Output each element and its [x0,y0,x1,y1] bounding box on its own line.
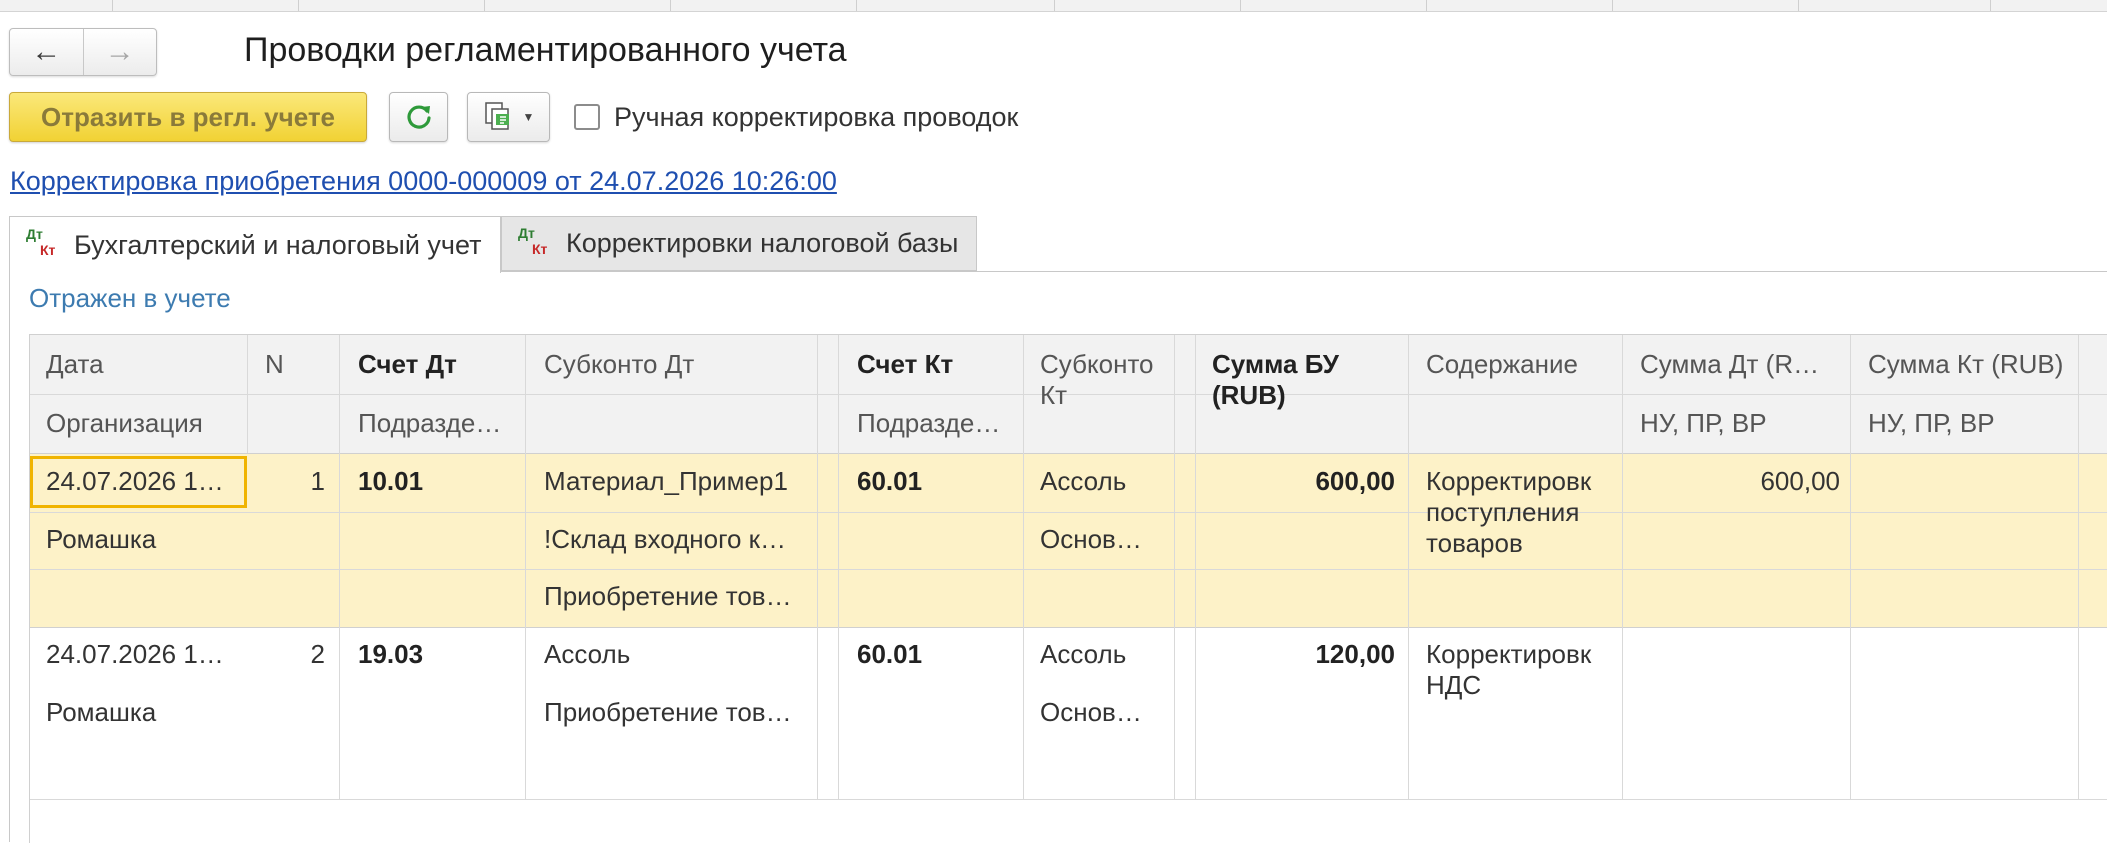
posting-status: Отражен в учете [29,283,231,313]
grid-line [817,335,818,799]
column-header-amount-dt[interactable]: Сумма Дт (R… [1640,349,1845,380]
column-header-n[interactable]: N [265,349,325,380]
row-date[interactable]: 24.07.2026 1… [46,639,236,670]
grid-line [30,799,2107,800]
strip-separator [484,0,485,11]
grid-line [1195,335,1196,799]
tab-accounting-and-tax[interactable]: Дт Кт Бухгалтерский и налоговый учет [9,216,501,273]
navigation-buttons: ← → [9,28,157,76]
column-header-subconto-kt[interactable]: Субконто Кт [1040,349,1168,411]
tab-label: Корректировки налоговой базы [566,228,959,258]
column-header-division-dt[interactable]: Подразде… [358,408,518,439]
row-account-kt[interactable]: 60.01 [857,466,1017,497]
column-header-account-dt[interactable]: Счет Дт [358,349,518,380]
grid-line [30,569,2107,570]
grid-line [1622,335,1623,799]
grid-line [339,335,340,799]
row-subconto-kt-1[interactable]: Ассоль [1040,639,1168,670]
grid-line [30,512,2107,513]
row-organization[interactable]: Ромашка [46,524,326,555]
strip-separator [670,0,671,11]
grid-line [838,335,839,799]
grid-line [30,627,2107,628]
arrow-left-icon: ← [31,35,62,68]
strip-separator [1426,0,1427,11]
tab-panel-border [9,271,10,842]
row-number[interactable]: 1 [255,466,325,497]
row-subconto-kt-2[interactable]: Основ… [1040,524,1168,555]
row-account-dt[interactable]: 10.01 [358,466,518,497]
row-amount-dt[interactable]: 600,00 [1635,466,1840,497]
row-organization[interactable]: Ромашка [46,697,326,728]
strip-separator [298,0,299,11]
column-header-division-kt[interactable]: Подразде… [857,408,1017,439]
debit-credit-icon: Дт Кт [26,226,56,258]
column-header-amount-kt[interactable]: Сумма Кт (RUB) [1868,349,2073,380]
strip-separator [1990,0,1991,11]
row-subconto-dt-2[interactable]: Приобретение тов… [544,697,809,728]
grid-line [1408,335,1409,799]
strip-separator [1054,0,1055,11]
grid-line [2078,335,2079,799]
row-account-dt[interactable]: 19.03 [358,639,518,670]
documents-structure-icon [484,102,509,130]
forward-button[interactable]: → [84,29,157,75]
grid-line [1023,335,1024,799]
column-header-account-kt[interactable]: Счет Кт [857,349,1017,380]
back-button[interactable]: ← [10,29,84,75]
strip-separator [856,0,857,11]
column-header-tax-dt[interactable]: НУ, ПР, ВР [1640,408,1845,439]
related-documents-menu-button[interactable]: ▼ [467,92,550,142]
page-title: Проводки регламентированного учета [244,31,847,69]
column-header-subconto-dt[interactable]: Субконто Дт [544,349,804,380]
row-subconto-dt-2[interactable]: !Склад входного к… [544,524,809,555]
column-header-amount-bu[interactable]: Сумма БУ (RUB) [1212,349,1402,411]
manual-correction-label: Ручная корректировка проводок [614,102,1019,132]
column-header-tax-kt[interactable]: НУ, ПР, ВР [1868,408,2073,439]
top-tab-strip [0,0,2107,12]
row-subconto-dt-1[interactable]: Материал_Пример1 [544,466,809,497]
row-subconto-kt-1[interactable]: Ассоль [1040,466,1168,497]
postings-table: Дата N Счет Дт Субконто Дт Счет Кт Субко… [29,334,2107,843]
row-subconto-kt-2[interactable]: Основ… [1040,697,1168,728]
row-date[interactable]: 24.07.2026 1… [46,466,236,497]
strip-separator [1798,0,1799,11]
strip-separator [1612,0,1613,11]
manual-correction-checkbox[interactable] [574,104,600,130]
arrow-right-icon: → [104,35,135,68]
chevron-down-icon: ▼ [522,110,535,124]
row-account-kt[interactable]: 60.01 [857,639,1017,670]
strip-separator [112,0,113,11]
post-to-accounting-button[interactable]: Отразить в регл. учете [9,92,367,142]
row-amount-bu[interactable]: 120,00 [1205,639,1395,670]
row-content[interactable]: Корректировк НДС [1426,639,1601,701]
row-subconto-dt-1[interactable]: Ассоль [544,639,809,670]
document-link[interactable]: Корректировка приобретения 0000-000009 о… [10,166,837,197]
grid-line [525,335,526,799]
grid-line [1850,335,1851,799]
tab-tax-base-corrections[interactable]: Дт Кт Корректировки налоговой базы [501,216,977,271]
column-header-date[interactable]: Дата [46,349,236,380]
grid-line [1174,335,1175,799]
row-content[interactable]: Корректировк поступления товаров [1426,466,1601,559]
row-subconto-dt-3[interactable]: Приобретение тов… [544,581,809,612]
column-header-organization[interactable]: Организация [46,408,326,439]
strip-separator [1240,0,1241,11]
debit-credit-icon: Дт Кт [518,224,548,257]
refresh-button[interactable] [389,92,448,142]
row-number[interactable]: 2 [255,639,325,670]
refresh-icon [406,105,431,129]
row-amount-bu[interactable]: 600,00 [1205,466,1395,497]
column-header-content[interactable]: Содержание [1426,349,1616,380]
tab-label: Бухгалтерский и налоговый учет [74,229,482,260]
